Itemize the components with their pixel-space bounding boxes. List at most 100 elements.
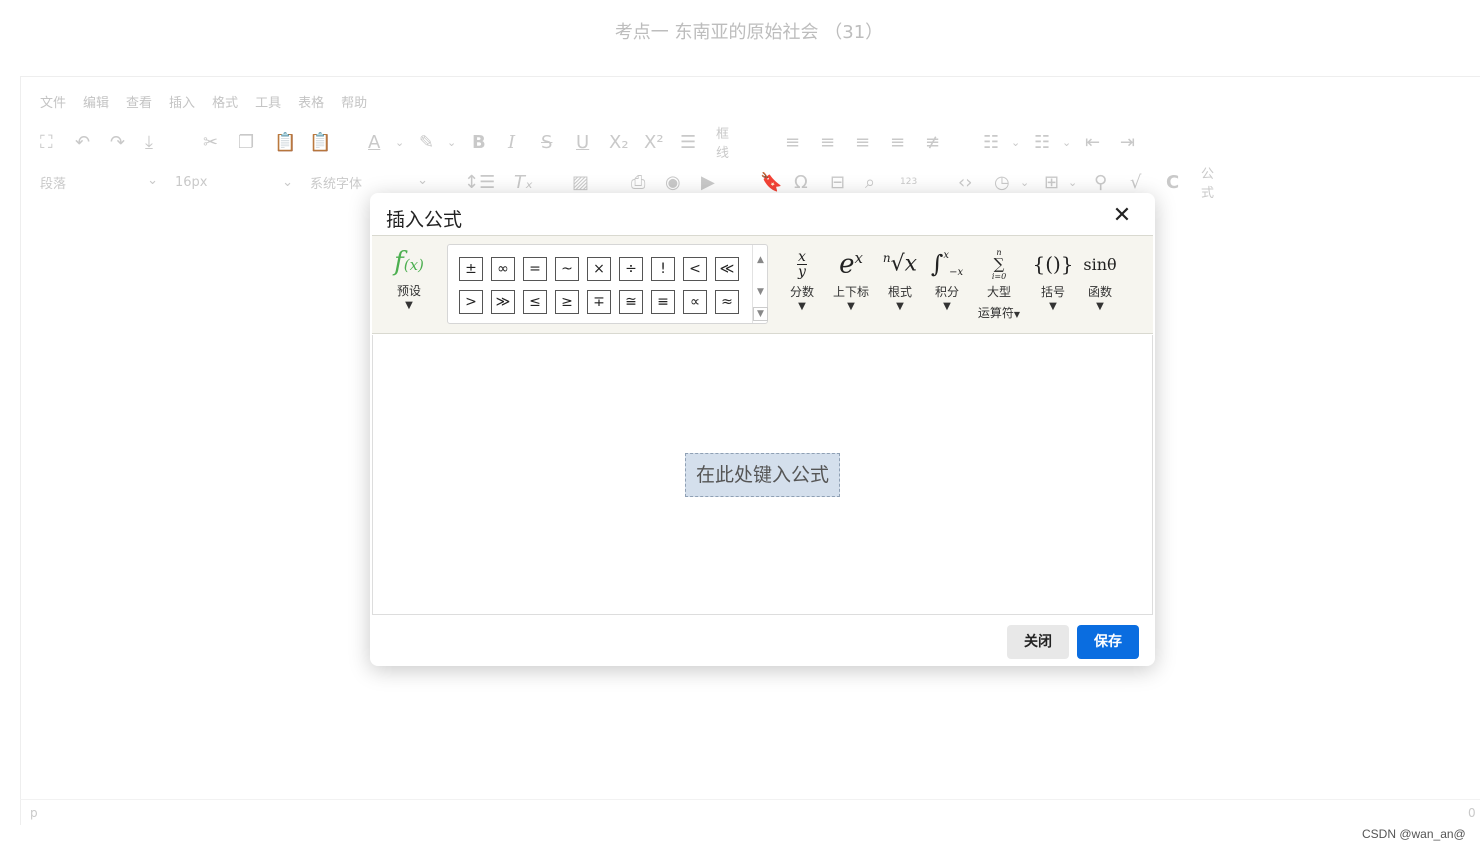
underline-icon[interactable]: U xyxy=(576,132,589,153)
image-icon[interactable]: ▨ xyxy=(572,172,589,193)
align-center-icon[interactable]: ≡ xyxy=(820,132,835,153)
paste-icon[interactable]: 📋 xyxy=(274,132,296,153)
symbol-button[interactable]: ∝ xyxy=(683,290,707,314)
menu-table[interactable]: 表格 xyxy=(298,92,324,112)
large-operator-group-button[interactable]: n ∑ i=0 大型 运算符▼ xyxy=(971,245,1027,321)
chevron-down-icon[interactable]: ⌄ xyxy=(1068,176,1077,189)
scroll-more-icon[interactable]: ▼ xyxy=(753,307,768,321)
symbol-button[interactable]: ~ xyxy=(555,257,579,281)
superscript-icon[interactable]: X² xyxy=(644,132,664,153)
menu-help[interactable]: 帮助 xyxy=(341,92,367,112)
close-button[interactable]: 关闭 xyxy=(1007,625,1069,659)
large-operator-label-line2: 运算符▼ xyxy=(971,304,1027,321)
download-icon[interactable]: ⤓ xyxy=(145,132,153,153)
code-icon[interactable]: ‹› xyxy=(958,172,972,193)
symbol-button[interactable]: ≪ xyxy=(715,257,739,281)
symbol-button[interactable]: ∞ xyxy=(491,257,515,281)
fullscreen-icon[interactable]: ⛶ xyxy=(40,132,53,153)
symbol-button[interactable]: ≤ xyxy=(523,290,547,314)
special-char-icon[interactable]: Ω xyxy=(794,172,808,193)
close-icon[interactable]: ✕ xyxy=(1110,203,1134,228)
refresh-icon[interactable]: C xyxy=(1166,172,1179,193)
clear-format-icon[interactable]: Tₓ xyxy=(514,172,533,193)
chevron-down-icon[interactable]: ⌄ xyxy=(1020,176,1029,189)
symbol-button[interactable]: × xyxy=(587,257,611,281)
outdent-icon[interactable]: ⇤ xyxy=(1085,132,1100,153)
fraction-group-button[interactable]: xy 分数 ▼ xyxy=(774,245,830,314)
line-spacing-icon[interactable]: ↕☰ xyxy=(464,172,495,193)
symbol-button[interactable]: ! xyxy=(651,257,675,281)
symbol-button[interactable]: ≅ xyxy=(619,290,643,314)
chevron-down-icon[interactable]: ⌄ xyxy=(1062,136,1071,149)
fraction-icon: xy xyxy=(797,248,807,280)
strikethrough-icon[interactable]: S xyxy=(541,132,552,153)
chevron-down-icon[interactable]: ⌄ xyxy=(1011,136,1020,149)
font-family-select[interactable]: 系统字体 ⌄ xyxy=(310,173,428,192)
menu-format[interactable]: 格式 xyxy=(212,92,238,112)
bookmark-icon[interactable]: 🔖 xyxy=(760,172,782,193)
symbol-button[interactable]: < xyxy=(683,257,707,281)
symbol-button[interactable]: ± xyxy=(459,257,483,281)
symbol-button[interactable]: ≈ xyxy=(715,290,739,314)
line-height-icon[interactable]: ☰ xyxy=(680,132,696,153)
word-count-icon[interactable]: 123 xyxy=(900,177,917,187)
redo-icon[interactable]: ↷ xyxy=(110,132,125,153)
menu-file[interactable]: 文件 xyxy=(40,92,66,112)
cut-icon[interactable]: ✂ xyxy=(203,132,218,153)
bullet-list-icon[interactable]: ☷ xyxy=(983,132,999,153)
menu-tools[interactable]: 工具 xyxy=(255,92,281,112)
symbol-button[interactable]: > xyxy=(459,290,483,314)
scroll-down-icon[interactable]: ▼ xyxy=(753,287,768,297)
large-operator-label2: 运算符 xyxy=(977,306,1014,320)
subscript-icon[interactable]: X₂ xyxy=(609,132,629,153)
paragraph-select[interactable]: 段落 ⌄ xyxy=(40,173,158,192)
preview-icon[interactable]: ◉ xyxy=(665,172,681,193)
highlight-color-icon[interactable]: ✎ xyxy=(419,132,434,153)
undo-icon[interactable]: ↶ xyxy=(75,132,90,153)
formula-input-placeholder[interactable]: 在此处键入公式 xyxy=(685,453,840,497)
script-group-button[interactable]: ex 上下标 ▼ xyxy=(823,245,879,314)
menu-insert[interactable]: 插入 xyxy=(169,92,195,112)
font-size-select[interactable]: 16px ⌄ xyxy=(175,175,293,190)
align-right-icon[interactable]: ≡ xyxy=(855,132,870,153)
chevron-down-icon[interactable]: ⌄ xyxy=(447,136,456,149)
element-path[interactable]: p xyxy=(30,806,38,820)
scroll-up-icon[interactable]: ▲ xyxy=(753,255,768,265)
page-title: 考点一 东南亚的原始社会 （31） xyxy=(614,22,884,43)
symbol-button[interactable]: ≫ xyxy=(491,290,515,314)
search-icon[interactable]: ⌕ xyxy=(865,172,875,193)
symbol-button[interactable]: ≥ xyxy=(555,290,579,314)
border-button[interactable]: 框线 xyxy=(716,123,729,161)
function-group-button[interactable]: sinθ 函数 ▼ xyxy=(1072,245,1128,314)
symbol-button[interactable]: ≡ xyxy=(651,290,675,314)
checkmark-icon[interactable]: √ xyxy=(1130,172,1141,193)
stamp-icon[interactable]: ⚲ xyxy=(1094,172,1107,193)
menu-edit[interactable]: 编辑 xyxy=(83,92,109,112)
page-break-icon[interactable]: ⊟ xyxy=(830,172,845,193)
media-icon[interactable]: ▶ xyxy=(701,172,715,193)
bold-icon[interactable]: B xyxy=(472,132,486,153)
menu-view[interactable]: 查看 xyxy=(126,92,152,112)
indent-icon[interactable]: ⇥ xyxy=(1120,132,1135,153)
align-distribute-icon[interactable]: ≢ xyxy=(925,132,940,153)
save-button[interactable]: 保存 xyxy=(1077,625,1139,659)
numbered-list-icon[interactable]: ☷ xyxy=(1034,132,1050,153)
paste-text-icon[interactable]: 📋 xyxy=(309,132,331,153)
chevron-down-icon[interactable]: ⌄ xyxy=(395,136,404,149)
symbol-scrollbar[interactable]: ▲ ▼ ▼ xyxy=(752,245,768,323)
italic-icon[interactable]: I xyxy=(508,132,515,153)
print-icon[interactable]: ⎙ xyxy=(631,172,645,193)
font-color-icon[interactable]: A xyxy=(368,132,380,153)
align-left-icon[interactable]: ≡ xyxy=(785,132,800,153)
preset-button[interactable]: f(x) 预设 ▼ xyxy=(384,245,434,313)
table-icon[interactable]: ⊞ xyxy=(1044,172,1059,193)
symbol-button[interactable]: = xyxy=(523,257,547,281)
chevron-down-icon: ⌄ xyxy=(147,172,158,188)
clock-icon[interactable]: ◷ xyxy=(994,172,1010,193)
align-justify-icon[interactable]: ≡ xyxy=(890,132,905,153)
copy-icon[interactable]: ❐ xyxy=(238,132,254,153)
symbol-button[interactable]: ÷ xyxy=(619,257,643,281)
integral-group-button[interactable]: ∫x−x 积分 ▼ xyxy=(919,245,975,314)
formula-button[interactable]: 公式 xyxy=(1201,163,1214,201)
symbol-button[interactable]: ∓ xyxy=(587,290,611,314)
